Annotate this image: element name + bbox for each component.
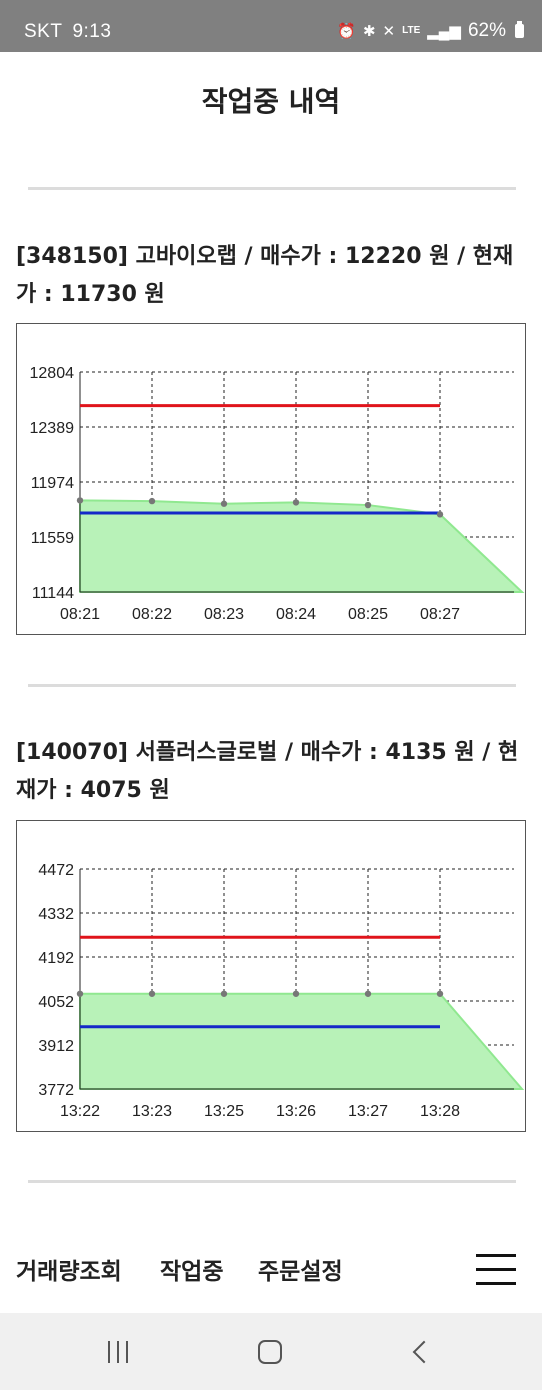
hamburger-icon[interactable] xyxy=(476,1252,516,1286)
chart-svg: 12804 12389 11974 11559 11144 08:21 08:22 08:23… xyxy=(30,365,525,623)
stock-title: [140070] 서플러스글로벌 / 매수가 : 4135 원 / 현재가 : … xyxy=(16,740,519,803)
x-tick-label: 08:27 xyxy=(420,606,460,623)
price-point xyxy=(436,990,444,997)
lte-icon: LTE xyxy=(402,25,421,36)
price-point xyxy=(148,990,156,997)
divider xyxy=(28,684,516,687)
x-tick-label: 13:22 xyxy=(60,1103,100,1120)
nav-volume-lookup[interactable]: 거래량조회 xyxy=(16,1252,122,1286)
page-title: 작업중 내역 xyxy=(201,85,341,118)
recents-button[interactable] xyxy=(78,1313,158,1390)
divider xyxy=(28,187,516,190)
price-point xyxy=(364,501,372,509)
price-point xyxy=(292,990,300,997)
y-tick-label: 11974 xyxy=(31,475,74,492)
nav-in-progress[interactable]: 작업중 xyxy=(160,1252,223,1286)
home-icon xyxy=(258,1339,282,1364)
divider xyxy=(28,1180,516,1183)
carrier-label: SKT xyxy=(24,21,63,42)
bluetooth-icon: ✱ xyxy=(362,22,376,40)
status-bar: SKT 9:13 ⏰ ✱ ✕ LTE ▂▄▆ 62% xyxy=(0,0,542,52)
status-right: ⏰ ✱ ✕ LTE ▂▄▆ 62% xyxy=(337,20,524,42)
x-tick-label: 08:24 xyxy=(276,606,316,623)
price-chart: 12804 12389 11974 11559 11144 08:21 08:22 08:23… xyxy=(16,323,526,635)
bottom-nav: 거래량조회 작업중 주문설정 xyxy=(0,1240,542,1300)
x-tick-label: 13:26 xyxy=(276,1103,316,1120)
alarm-icon: ⏰ xyxy=(337,22,356,40)
price-point xyxy=(364,990,372,997)
price-point xyxy=(76,497,84,504)
x-tick-label: 13:23 xyxy=(132,1103,172,1120)
back-button[interactable] xyxy=(380,1313,460,1390)
battery-percent: 62% xyxy=(467,20,506,41)
x-tick-label: 13:27 xyxy=(348,1103,388,1120)
y-tick-label: 11144 xyxy=(32,585,74,602)
y-tick-label: 12804 xyxy=(30,365,75,382)
y-tick-label: 4052 xyxy=(38,994,74,1011)
y-tick-label: 3772 xyxy=(38,1082,74,1099)
back-icon xyxy=(412,1340,436,1363)
y-tick-label: 4332 xyxy=(38,906,74,923)
battery-icon xyxy=(515,21,524,38)
mute-icon: ✕ xyxy=(382,22,396,40)
signal-icon: ▂▄▆ xyxy=(427,22,461,40)
y-tick-label: 11559 xyxy=(31,530,74,547)
x-tick-label: 13:25 xyxy=(204,1103,244,1120)
clock: 9:13 xyxy=(72,21,112,42)
y-tick-label: 4472 xyxy=(38,862,74,879)
price-point xyxy=(436,511,444,518)
price-point xyxy=(292,499,300,506)
y-tick-label: 3912 xyxy=(38,1038,74,1055)
x-tick-label: 08:23 xyxy=(204,606,244,623)
system-nav-bar xyxy=(0,1313,542,1390)
x-tick-label: 08:21 xyxy=(60,606,100,623)
price-chart: 4472 4332 4192 4052 3912 3772 13:22 13:23 13:25 1… xyxy=(16,820,526,1132)
status-left: SKT 9:13 xyxy=(24,21,111,43)
price-point xyxy=(76,990,84,997)
price-point xyxy=(220,500,228,507)
nav-order-settings[interactable]: 주문설정 xyxy=(258,1252,343,1286)
y-tick-label: 12389 xyxy=(30,420,75,437)
chart-svg: 4472 4332 4192 4052 3912 3772 13:22 13:23 13:25 1… xyxy=(38,862,525,1120)
home-button[interactable] xyxy=(230,1313,310,1390)
x-tick-label: 08:25 xyxy=(348,606,388,623)
price-point xyxy=(220,990,228,997)
price-area xyxy=(79,992,525,1090)
x-tick-label: 08:22 xyxy=(132,606,172,623)
recents-icon xyxy=(108,1340,128,1363)
price-point xyxy=(148,497,156,505)
stock-title: [348150] 고바이오랩 / 매수가 : 12220 원 / 현재가 : 1… xyxy=(16,244,514,307)
x-tick-label: 13:28 xyxy=(420,1103,460,1120)
y-tick-label: 4192 xyxy=(38,950,74,967)
